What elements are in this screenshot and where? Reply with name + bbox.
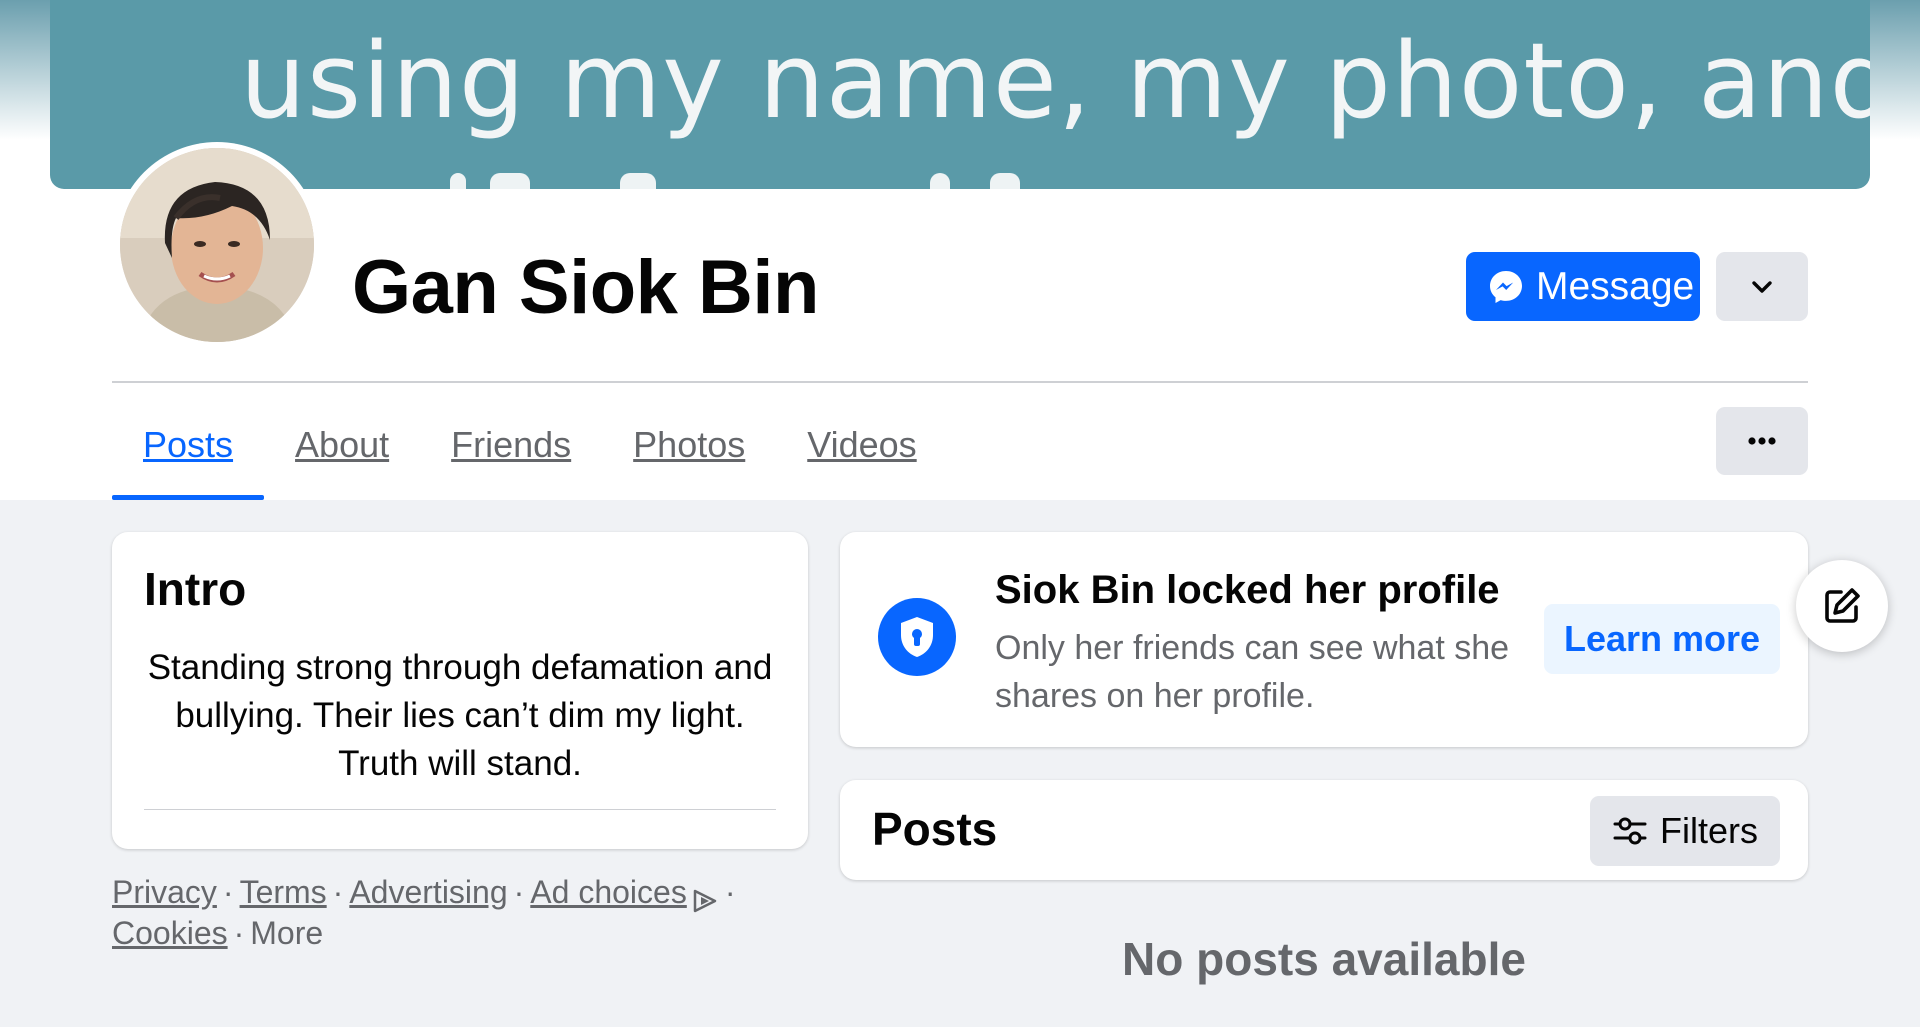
intro-divider	[144, 809, 776, 810]
avatar-photo	[120, 148, 314, 342]
locked-profile-title: Siok Bin locked her profile	[995, 568, 1500, 612]
footer-separator: ·	[513, 874, 525, 910]
footer-separator: ·	[233, 915, 245, 951]
filters-button[interactable]: Filters	[1590, 796, 1780, 866]
locked-profile-card: Siok Bin locked her profile Only her fri…	[840, 532, 1808, 747]
filters-icon	[1613, 817, 1647, 845]
tab-friends[interactable]: Friends	[420, 410, 602, 500]
posts-title: Posts	[872, 803, 998, 855]
profile-options-dropdown[interactable]	[1716, 252, 1808, 321]
footer-terms-link[interactable]: Terms	[240, 874, 327, 910]
messenger-icon	[1490, 270, 1522, 303]
profile-name: Gan Siok Bin	[352, 245, 819, 330]
footer-ad-choices-link[interactable]: Ad choices	[530, 874, 719, 913]
message-button-label: Message	[1536, 264, 1695, 308]
footer-privacy-link[interactable]: Privacy	[112, 874, 217, 910]
profile-lock-shield-icon	[878, 598, 956, 676]
filters-label: Filters	[1660, 810, 1758, 851]
intro-card: Intro Standing strong through defamation…	[112, 532, 808, 849]
more-options-button[interactable]	[1716, 407, 1808, 475]
intro-bio: Standing strong through defamation and b…	[147, 648, 773, 783]
footer-more-link[interactable]: More	[250, 915, 323, 951]
ad-choices-label: Ad choices	[530, 874, 687, 910]
tab-photos[interactable]: Photos	[602, 410, 776, 500]
cover-text: using my name, my photo, and	[240, 20, 1870, 142]
ellipsis-icon	[1748, 437, 1776, 445]
ad-choices-icon	[693, 889, 717, 913]
tab-videos[interactable]: Videos	[776, 410, 947, 500]
tab-about[interactable]: About	[264, 410, 420, 500]
cover-cropped-text-bottom	[410, 173, 1410, 189]
cover-photo[interactable]: using my name, my photo, and	[50, 0, 1870, 189]
intro-title: Intro	[144, 563, 247, 615]
learn-more-button[interactable]: Learn more	[1544, 604, 1780, 674]
chevron-down-icon	[1752, 280, 1772, 293]
footer-separator: ·	[222, 874, 234, 910]
cover-cropped-text-top	[330, 0, 1630, 12]
tab-posts[interactable]: Posts	[112, 410, 265, 500]
profile-tabs: Posts About Friends Photos Videos	[112, 410, 948, 500]
footer-advertising-link[interactable]: Advertising	[349, 874, 507, 910]
footer-links: Privacy · Terms · Advertising · Ad choices · Co…	[112, 872, 812, 953]
posts-card: Posts Filters	[840, 780, 1808, 880]
edit-floating-button[interactable]	[1796, 560, 1888, 652]
profile-avatar[interactable]	[114, 142, 320, 348]
footer-cookies-link[interactable]: Cookies	[112, 915, 228, 951]
locked-profile-description: Only her friends can see what she shares…	[995, 629, 1510, 715]
footer-separator: ·	[332, 874, 344, 910]
message-button[interactable]: Message	[1466, 252, 1700, 321]
header-divider	[112, 381, 1808, 383]
no-posts-message: No posts available	[1122, 933, 1526, 985]
footer-separator: ·	[724, 874, 736, 910]
edit-icon	[1825, 588, 1860, 623]
